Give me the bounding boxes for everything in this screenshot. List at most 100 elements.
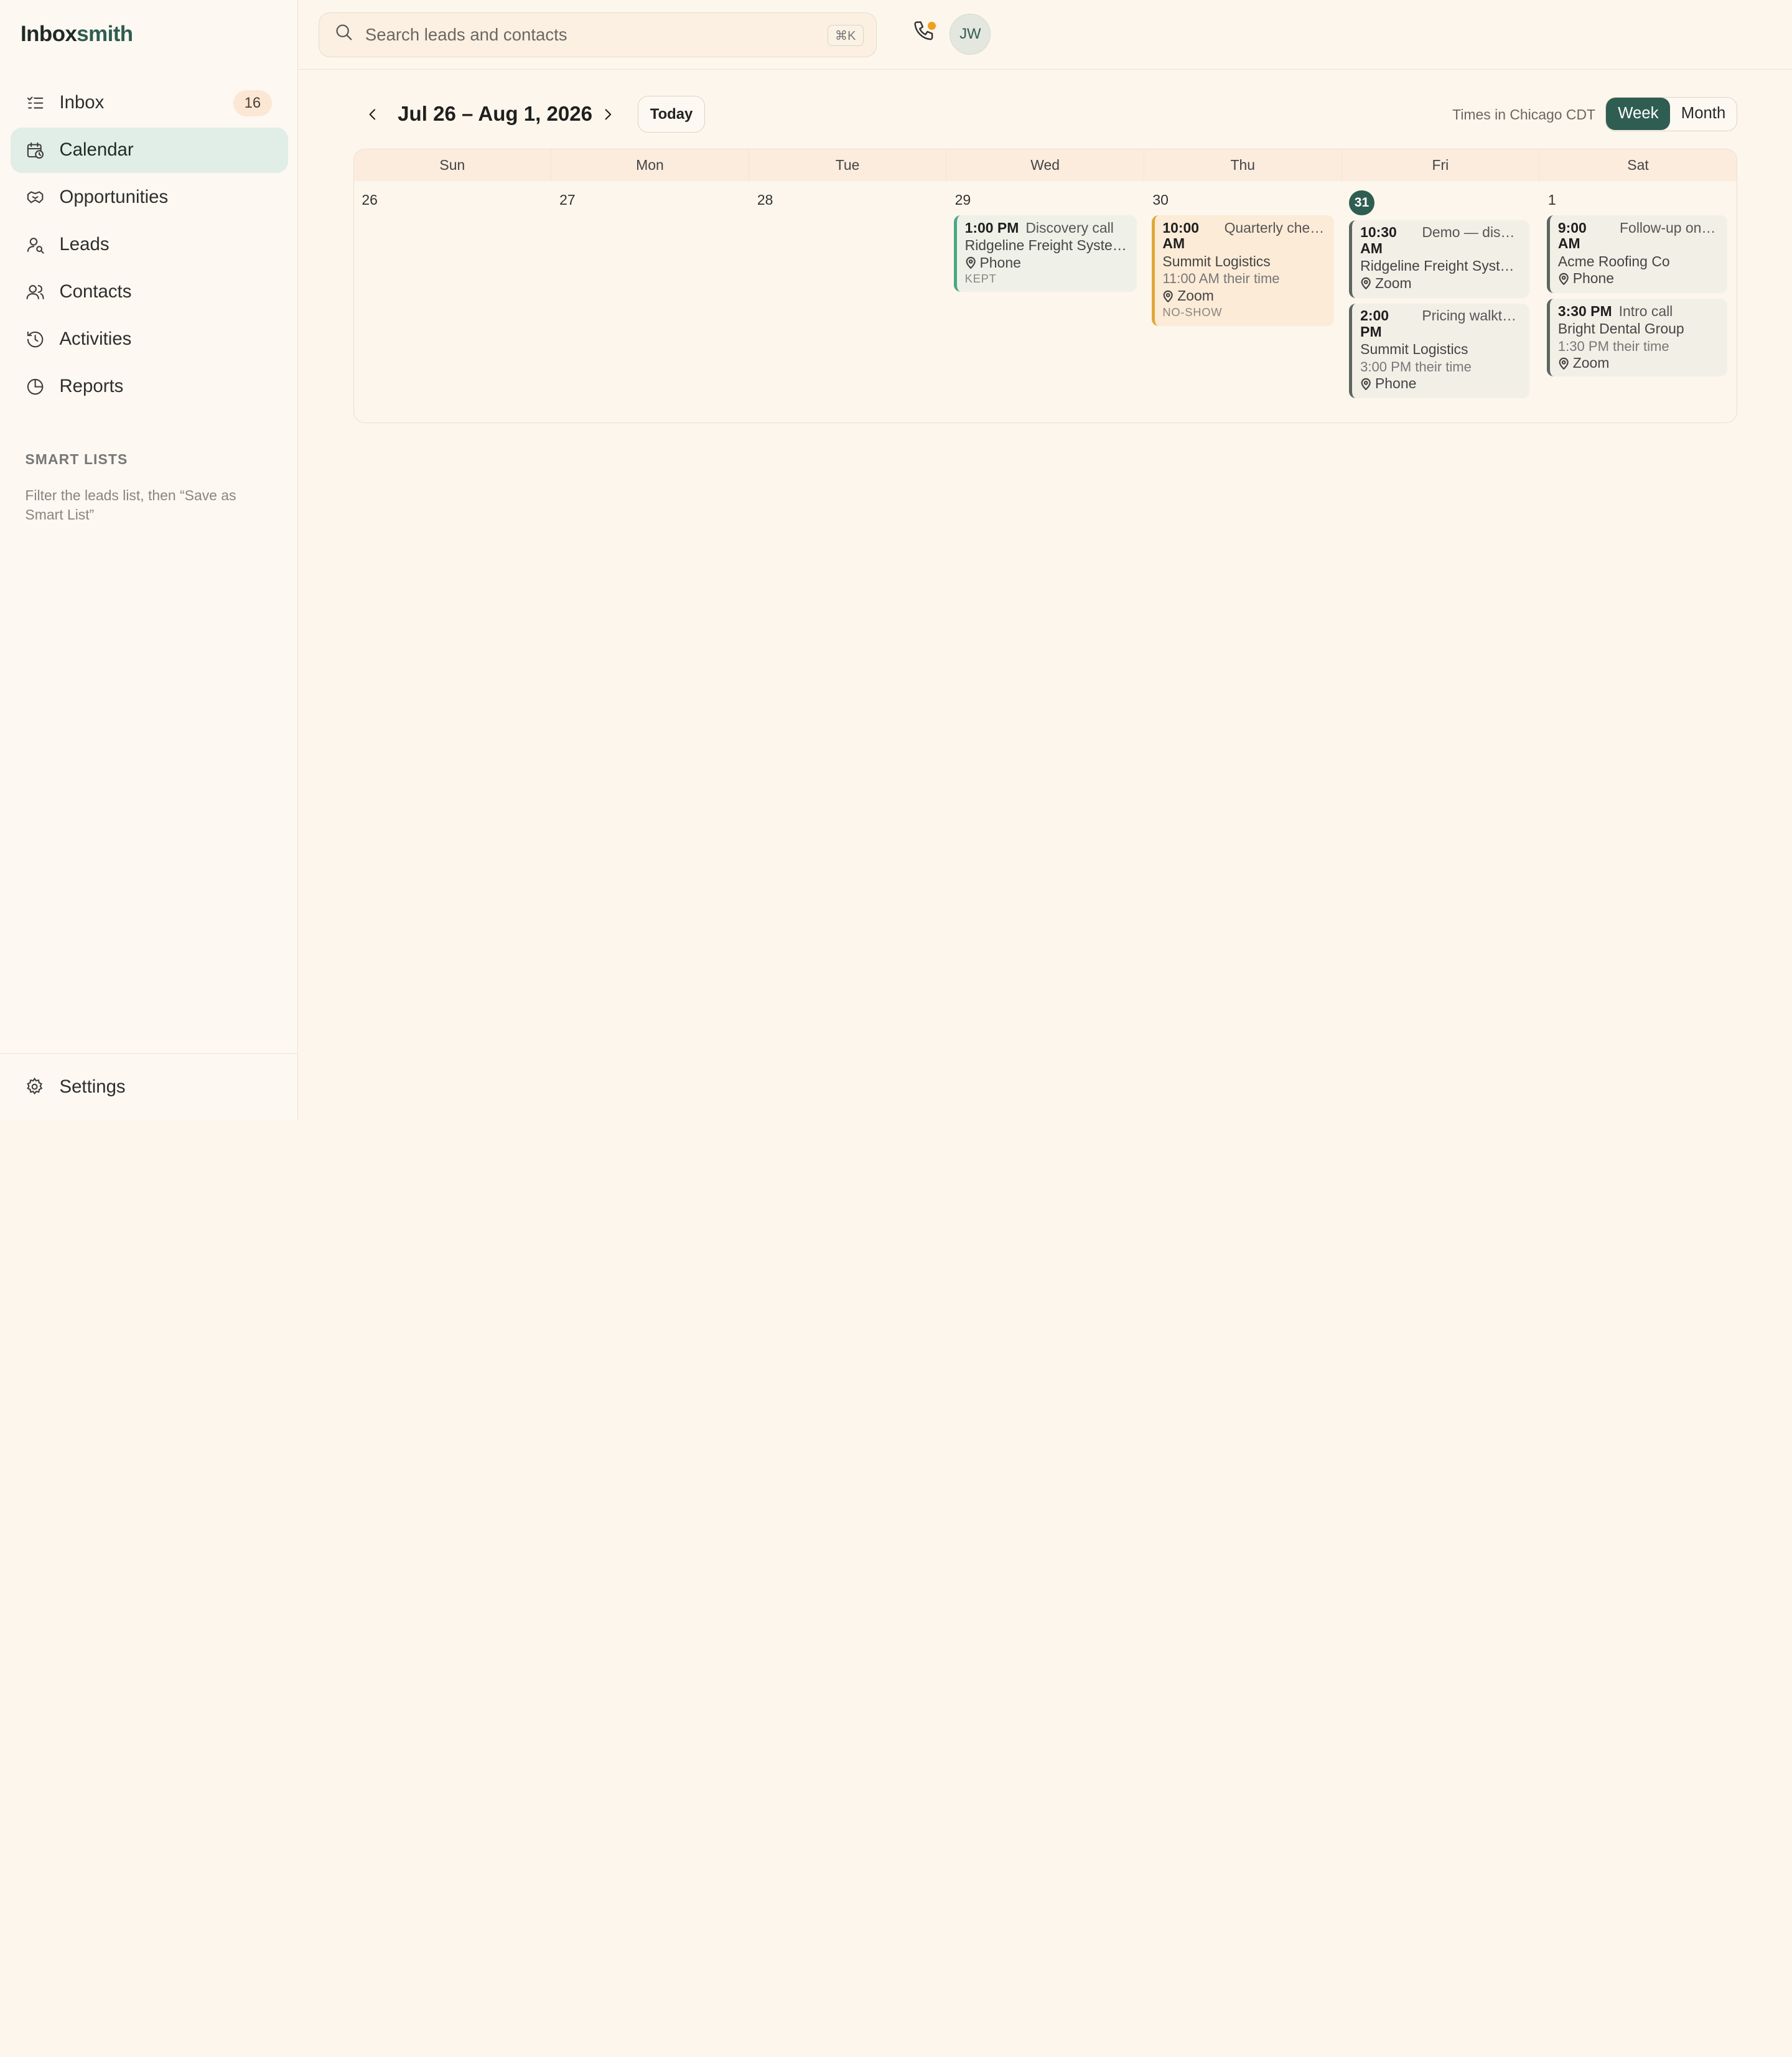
event-location: Zoom bbox=[1162, 287, 1326, 305]
topbar: ⌘K JW bbox=[298, 0, 1792, 70]
sidebar-item-opportunities[interactable]: Opportunities bbox=[11, 175, 288, 220]
sidebar-item-calendar[interactable]: Calendar bbox=[10, 127, 288, 174]
event-location-label: Zoom bbox=[1572, 355, 1610, 371]
event-card[interactable]: 10:00 AM Quarterly check-in Summit Logis… bbox=[1151, 215, 1335, 327]
event-card[interactable]: 2:00 PM Pricing walkthrough Summit Logis… bbox=[1349, 303, 1530, 399]
sidebar-item-contacts[interactable]: Contacts bbox=[11, 269, 288, 315]
event-location: Phone bbox=[1558, 270, 1720, 287]
event-title: Quarterly check-in bbox=[1224, 220, 1327, 236]
notification-dot bbox=[928, 21, 936, 30]
search-icon bbox=[334, 22, 353, 47]
map-pin-icon bbox=[1559, 357, 1569, 370]
user-search-icon bbox=[25, 235, 45, 255]
event-time: 1:00 PM bbox=[964, 219, 1019, 236]
date-number: 1 bbox=[1547, 191, 1556, 208]
map-pin-icon bbox=[1361, 278, 1371, 290]
day-cell-sun[interactable]: 26 bbox=[354, 181, 552, 422]
date-number: 28 bbox=[757, 191, 773, 208]
event-time: 9:00 AM bbox=[1557, 219, 1587, 252]
app-logo[interactable]: Inboxsmith bbox=[21, 22, 133, 47]
phone-dialer-button[interactable] bbox=[912, 19, 940, 47]
event-title: Discovery call bbox=[1025, 220, 1114, 236]
list-check-icon bbox=[25, 93, 45, 113]
event-company: Ridgeline Freight Systems bbox=[964, 237, 1129, 254]
pie-chart-icon bbox=[25, 376, 45, 397]
sidebar-item-leads[interactable]: Leads bbox=[11, 222, 288, 268]
event-status: KEPT bbox=[964, 272, 997, 286]
days-of-week-header: Sun Mon Tue Wed Thu Fri Sat bbox=[353, 149, 1737, 182]
map-pin-icon bbox=[1361, 378, 1371, 391]
next-week-button[interactable] bbox=[597, 103, 620, 126]
event-location-label: Phone bbox=[979, 254, 1021, 271]
event-location-label: Zoom bbox=[1177, 287, 1214, 304]
today-button[interactable]: Today bbox=[637, 96, 706, 133]
keyboard-shortcut-hint: ⌘K bbox=[827, 24, 864, 47]
chevron-right-icon bbox=[605, 109, 612, 120]
app-root: Inboxsmith Inbox 16 Calendar Opportuniti… bbox=[0, 0, 1792, 1120]
map-pin-icon bbox=[1559, 273, 1569, 286]
day-cells: 26 27 28 29 30 1 31 1:00 PM Discovery ca… bbox=[354, 181, 1737, 422]
smart-lists-hint: Filter the leads list, then “Save as Sma… bbox=[25, 487, 236, 523]
event-their-time: 11:00 AM their time bbox=[1162, 271, 1280, 287]
event-card[interactable]: 3:30 PM Intro call Bright Dental Group 1… bbox=[1547, 299, 1728, 377]
day-header-sat: Sat bbox=[1627, 156, 1649, 173]
event-status: NO-SHOW bbox=[1162, 305, 1223, 319]
sidebar-item-inbox[interactable]: Inbox 16 bbox=[11, 80, 288, 126]
logo-text-part1: Inbox bbox=[21, 21, 77, 46]
sidebar-item-activities[interactable]: Activities bbox=[11, 317, 288, 362]
users-icon bbox=[25, 282, 45, 302]
event-company: Acme Roofing Co bbox=[1557, 253, 1670, 269]
date-number: 30 bbox=[1152, 191, 1169, 208]
logo-text-part2: smith bbox=[77, 21, 133, 46]
month-view-button[interactable]: Month bbox=[1670, 98, 1737, 129]
sidebar-item-reports[interactable]: Reports bbox=[11, 364, 288, 409]
event-company: Summit Logistics bbox=[1360, 341, 1468, 358]
sidebar-item-label: Contacts bbox=[59, 281, 132, 302]
event-title: Pricing walkthrough bbox=[1422, 308, 1522, 324]
date-range-title: Jul 26 – Aug 1, 2026 bbox=[398, 103, 593, 126]
event-location: Phone bbox=[965, 254, 1129, 272]
search-input[interactable] bbox=[365, 25, 811, 45]
event-title: Follow-up on the proposal bbox=[1620, 220, 1719, 236]
gear-icon bbox=[25, 1077, 45, 1098]
event-card[interactable]: 10:30 AM Demo — dispatch Ridgeline Freig… bbox=[1349, 220, 1530, 298]
day-header-tue: Tue bbox=[749, 149, 947, 182]
week-calendar-grid: Sun Mon Tue Wed Thu Fri Sat 26 27 28 29 … bbox=[353, 148, 1737, 423]
event-location: Phone bbox=[1360, 375, 1522, 393]
day-cell-tue[interactable]: 28 bbox=[749, 181, 947, 422]
day-header-fri: Fri bbox=[1342, 149, 1540, 182]
previous-week-button[interactable] bbox=[361, 103, 384, 126]
day-cell-mon[interactable]: 27 bbox=[551, 181, 749, 422]
day-header-thu: Thu bbox=[1144, 149, 1342, 182]
event-company: Summit Logistics bbox=[1162, 253, 1271, 269]
sidebar-item-label: Leads bbox=[59, 234, 110, 255]
event-company: Bright Dental Group bbox=[1557, 320, 1684, 337]
user-avatar[interactable]: JW bbox=[950, 14, 991, 55]
sidebar-item-label: Reports bbox=[59, 376, 124, 397]
date-number: 26 bbox=[362, 191, 378, 208]
map-pin-icon bbox=[966, 257, 976, 269]
handshake-icon bbox=[25, 187, 45, 208]
event-company: Ridgeline Freight Systems bbox=[1360, 258, 1522, 274]
event-card[interactable]: 1:00 PM Discovery call Ridgeline Freight… bbox=[953, 215, 1137, 292]
day-header-sun: Sun bbox=[354, 149, 552, 182]
event-time: 3:30 PM bbox=[1557, 302, 1612, 319]
day-header-wed: Wed bbox=[946, 149, 1144, 182]
smart-lists-heading: SMART LISTS bbox=[25, 451, 128, 468]
map-pin-icon bbox=[1163, 290, 1174, 302]
event-their-time: 3:00 PM their time bbox=[1360, 358, 1472, 375]
event-location-label: Phone bbox=[1572, 270, 1615, 287]
timezone-note: Times in Chicago CDT bbox=[1452, 106, 1596, 123]
search-box[interactable]: ⌘K bbox=[319, 12, 877, 57]
sidebar-item-label: Calendar bbox=[59, 139, 134, 161]
event-card[interactable]: 9:00 AM Follow-up on the proposal Acme R… bbox=[1547, 215, 1728, 294]
sidebar-nav: Inbox 16 Calendar Opportunities Leads Co… bbox=[10, 80, 288, 411]
event-time: 10:30 AM bbox=[1360, 223, 1397, 256]
event-title: Demo — dispatch bbox=[1422, 224, 1521, 240]
sidebar-item-settings[interactable]: Settings bbox=[0, 1053, 297, 1120]
event-location-label: Zoom bbox=[1375, 274, 1412, 291]
today-date-marker: 31 bbox=[1349, 190, 1374, 216]
week-view-button[interactable]: Week bbox=[1606, 98, 1671, 130]
event-title: Intro call bbox=[1618, 303, 1673, 319]
day-header-mon: Mon bbox=[551, 149, 749, 182]
